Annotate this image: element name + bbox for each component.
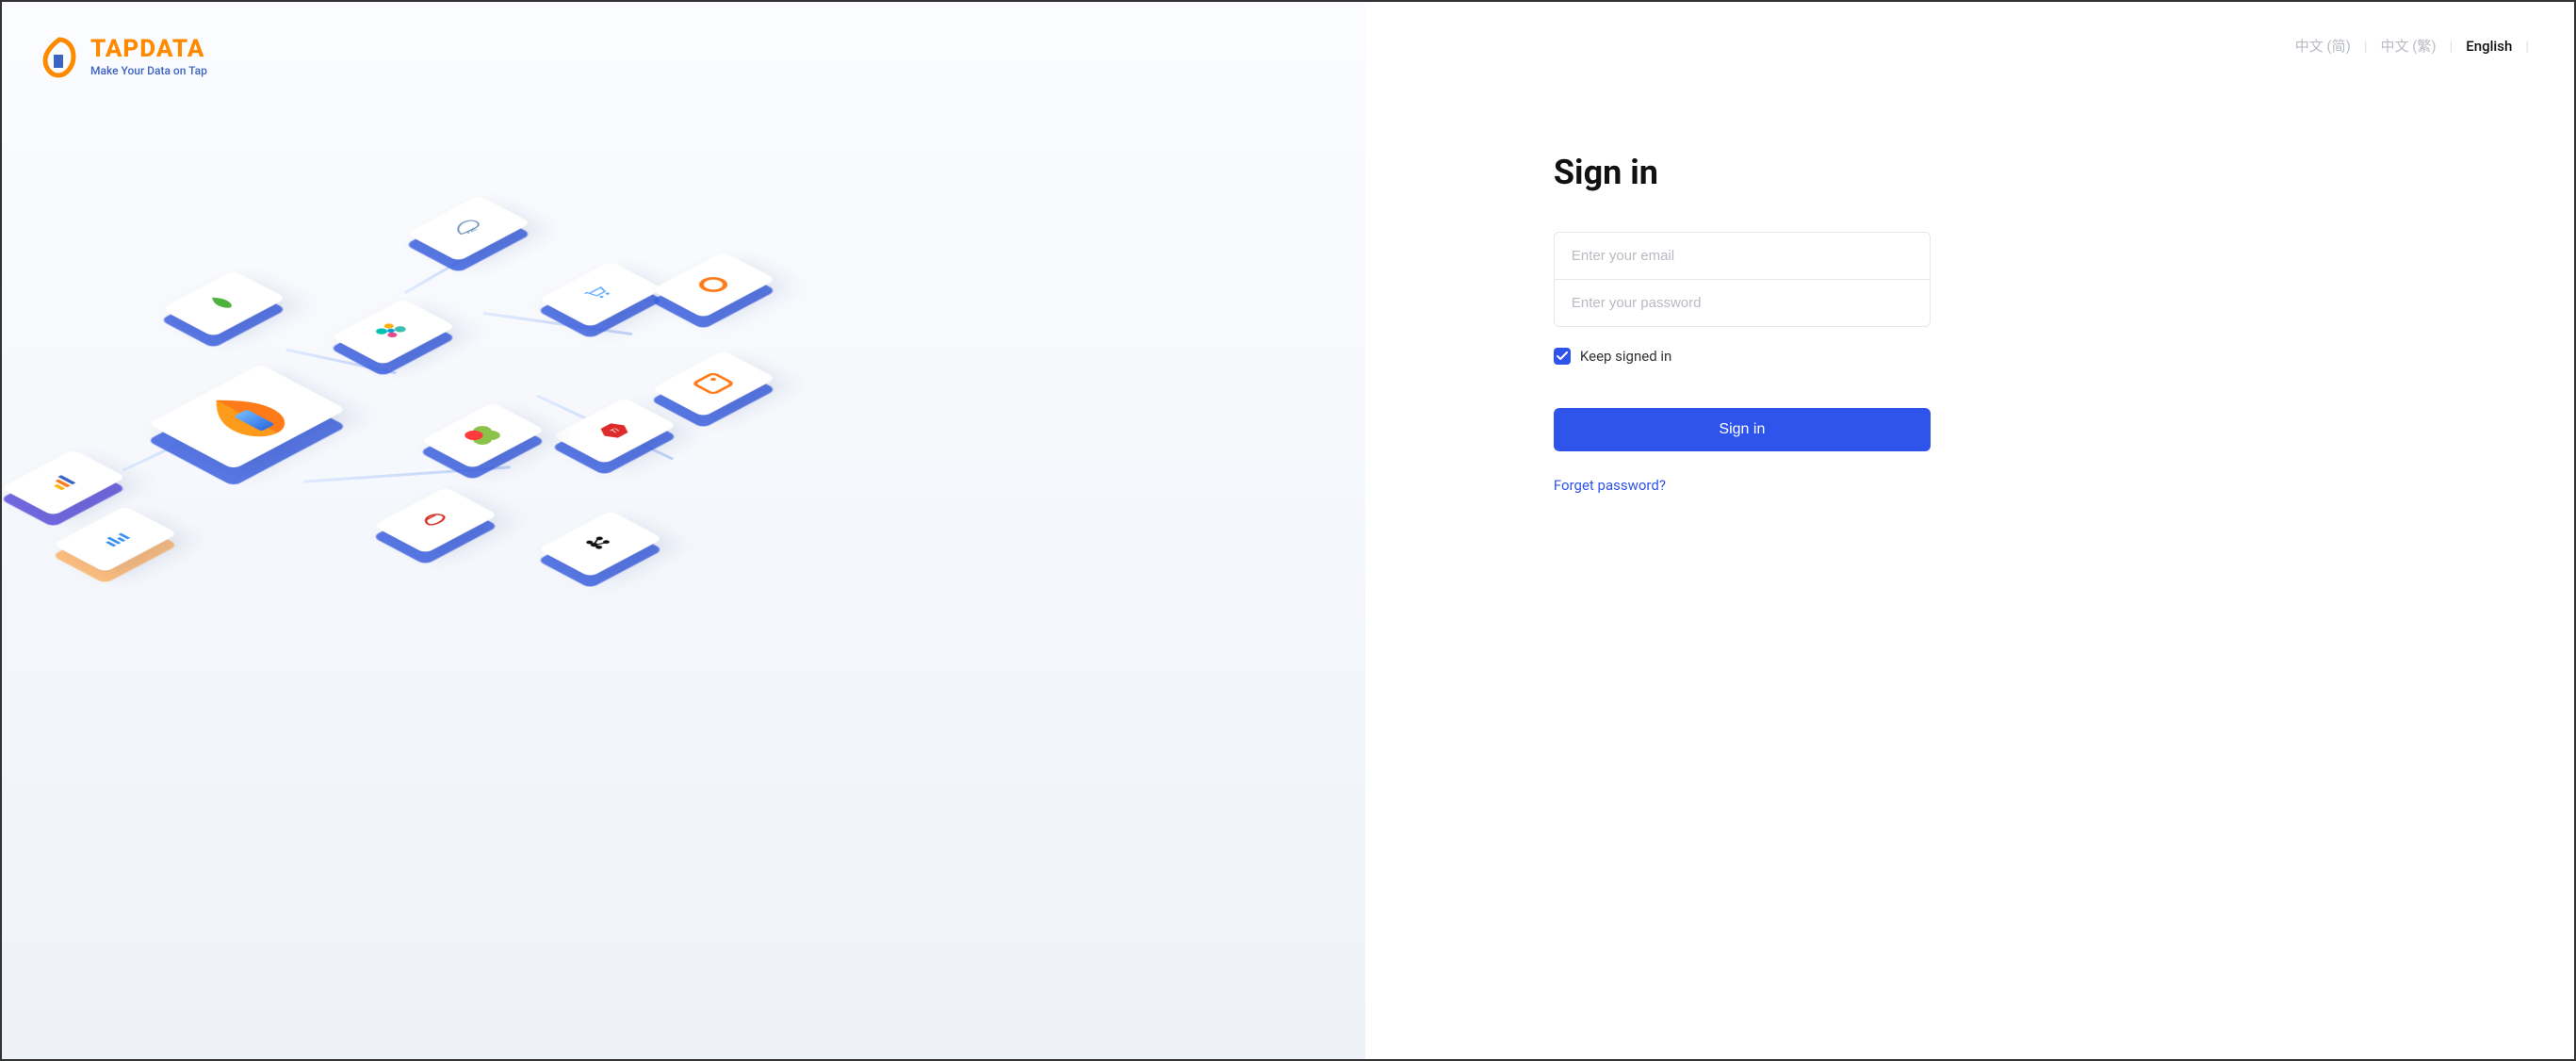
tile-leaf [171,266,275,322]
signin-button[interactable]: Sign in [1554,408,1931,451]
lang-english[interactable]: English [2466,38,2512,55]
keep-signed-in-checkbox[interactable] [1554,348,1571,365]
orange-ring-icon [693,274,733,295]
svg-text:PXC: PXC [465,227,480,235]
login-page: TAPDATA Make Your Data on Tap [2,2,2574,1059]
tapdata-logo-icon [38,36,81,79]
bar-chart-icon [94,529,135,550]
green-flower-icon [461,424,503,447]
tile-bars-2 [63,501,167,558]
brand-tagline: Make Your Data on Tap [90,65,207,77]
tile-bars-1 [11,445,115,501]
kafka-icon [579,532,622,555]
pxc-dolphin-icon: PXC [445,216,492,241]
tile-redhat [383,482,487,539]
tapdata-drop-icon [187,384,306,448]
brand-name: TAPDATA [90,36,207,63]
mongodb-leaf-icon [203,293,243,315]
tile-hex: Ti [562,393,666,449]
keep-signed-in-label: Keep signed in [1580,348,1671,365]
hero-panel: TAPDATA Make Your Data on Tap [2,2,1365,1059]
tile-kafka [548,506,652,563]
tile-pxc: PXC [416,190,520,247]
email-input[interactable] [1555,233,1930,279]
forgot-password-link[interactable]: Forget password? [1554,477,1666,494]
lang-zh-traditional[interactable]: 中文 (繁) [2381,36,2437,56]
signin-panel: 中文 (简) | 中文 (繁) | English | Sign in Keep… [1365,2,2574,1059]
tile-ring [661,247,765,303]
password-input[interactable] [1555,279,1930,326]
redhat-icon [415,510,455,531]
bar-chart-icon [42,472,83,494]
orange-square-icon [691,371,736,395]
tile-main [167,355,270,412]
credential-fields [1554,232,1931,327]
tile-elastic [341,294,445,351]
language-switcher: 中文 (简) | 中文 (繁) | English | [2295,36,2529,56]
shopping-cart-icon [582,285,618,303]
keep-signed-in-row: Keep signed in [1554,348,1931,365]
hero-illustration: PXC Ti [2,134,1365,1059]
tile-cart [548,256,652,313]
lang-zh-simplified[interactable]: 中文 (简) [2295,36,2351,56]
signin-form: Sign in Keep signed in Sign in Forget pa… [1554,153,1931,494]
tile-square [661,346,765,402]
brand-block: TAPDATA Make Your Data on Tap [38,36,207,79]
elasticsearch-icon [369,319,416,345]
tile-flower [431,398,534,454]
red-hexagon-icon: Ti [595,421,633,441]
signin-title: Sign in [1554,153,1931,192]
